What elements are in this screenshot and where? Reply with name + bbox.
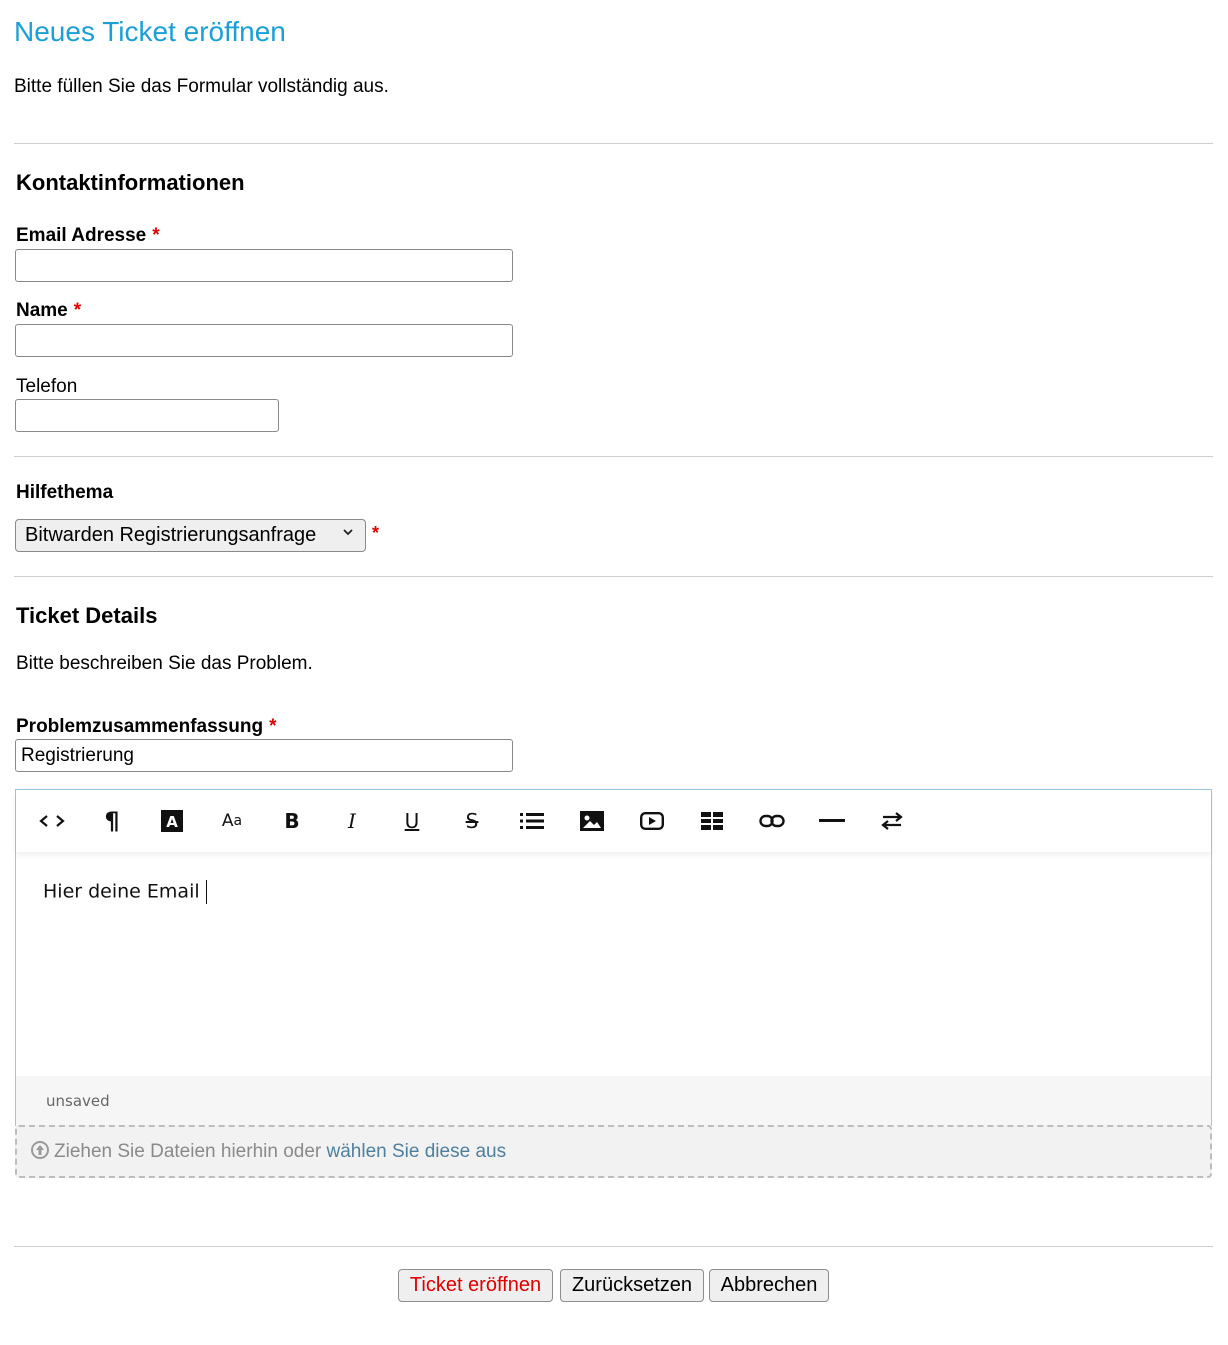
file-dropzone[interactable]: Ziehen Sie Dateien hierhin oder wählen S… bbox=[15, 1125, 1212, 1178]
divider bbox=[14, 143, 1213, 144]
editor-text: Hier deine Email bbox=[43, 880, 200, 903]
phone-field[interactable] bbox=[15, 399, 279, 432]
editor-toolbar: ¶ A Aa B I U S bbox=[16, 790, 1211, 852]
bold-icon[interactable]: B bbox=[277, 806, 307, 836]
rich-text-editor[interactable]: ¶ A Aa B I U S Hier deine Email unsaved bbox=[15, 789, 1212, 1127]
editor-content[interactable]: Hier deine Email bbox=[43, 880, 207, 904]
save-status: unsaved bbox=[46, 1092, 110, 1110]
email-field[interactable] bbox=[15, 249, 513, 282]
section-title-details: Ticket Details bbox=[16, 603, 158, 628]
required-mark: * bbox=[73, 300, 82, 321]
choose-files-link[interactable]: wählen Sie diese aus bbox=[327, 1141, 507, 1162]
font-color-icon[interactable]: A bbox=[157, 806, 187, 836]
page-title: Neues Ticket eröffnen bbox=[14, 16, 286, 47]
phone-label: Telefon bbox=[16, 376, 78, 397]
font-size-icon[interactable]: Aa bbox=[217, 806, 247, 836]
strikethrough-icon[interactable]: S bbox=[457, 806, 487, 836]
svg-text:A: A bbox=[166, 813, 178, 831]
submit-ticket-button[interactable]: Ticket eröffnen bbox=[398, 1269, 553, 1302]
chevron-down-icon bbox=[341, 525, 355, 544]
details-description: Bitte beschreiben Sie das Problem. bbox=[16, 653, 313, 674]
required-mark: * bbox=[372, 523, 380, 543]
link-icon[interactable] bbox=[757, 806, 787, 836]
summary-label-text: Problemzusammenfassung bbox=[16, 716, 264, 737]
html-code-icon[interactable] bbox=[37, 806, 67, 836]
cancel-button[interactable]: Abbrechen bbox=[709, 1269, 829, 1302]
section-title-contact: Kontaktinformationen bbox=[16, 170, 245, 195]
divider bbox=[14, 1246, 1213, 1247]
text-direction-icon[interactable] bbox=[877, 806, 907, 836]
paragraph-icon[interactable]: ¶ bbox=[97, 806, 127, 836]
upload-icon bbox=[31, 1141, 49, 1159]
underline-icon[interactable]: U bbox=[397, 806, 427, 836]
email-label: Email Adresse * bbox=[16, 225, 160, 247]
table-icon[interactable] bbox=[697, 806, 727, 836]
required-mark: * bbox=[269, 716, 277, 737]
divider bbox=[14, 456, 1213, 457]
dropzone-text: Ziehen Sie Dateien hierhin oder bbox=[54, 1141, 322, 1162]
name-label: Name * bbox=[16, 300, 81, 322]
bullet-list-icon[interactable] bbox=[517, 806, 547, 836]
email-label-text: Email Adresse bbox=[16, 225, 147, 246]
divider bbox=[14, 576, 1213, 577]
horizontal-rule-icon[interactable] bbox=[817, 806, 847, 836]
name-label-text: Name bbox=[16, 300, 68, 321]
italic-icon[interactable]: I bbox=[337, 806, 367, 836]
required-mark: * bbox=[152, 225, 160, 246]
image-icon[interactable] bbox=[577, 806, 607, 836]
help-topic-select[interactable]: Bitwarden Registrierungsanfrage bbox=[15, 519, 366, 552]
reset-button[interactable]: Zurücksetzen bbox=[560, 1269, 704, 1302]
summary-field[interactable] bbox=[15, 739, 513, 772]
summary-label: Problemzusammenfassung * bbox=[16, 716, 276, 738]
help-topic-selected: Bitwarden Registrierungsanfrage bbox=[25, 524, 317, 546]
editor-status-bar: unsaved bbox=[16, 1076, 1211, 1127]
video-icon[interactable] bbox=[637, 806, 667, 836]
name-field[interactable] bbox=[15, 324, 513, 357]
form-intro: Bitte füllen Sie das Formular vollständi… bbox=[14, 76, 389, 97]
topic-label: Hilfethema bbox=[16, 482, 114, 503]
text-caret bbox=[205, 880, 207, 904]
